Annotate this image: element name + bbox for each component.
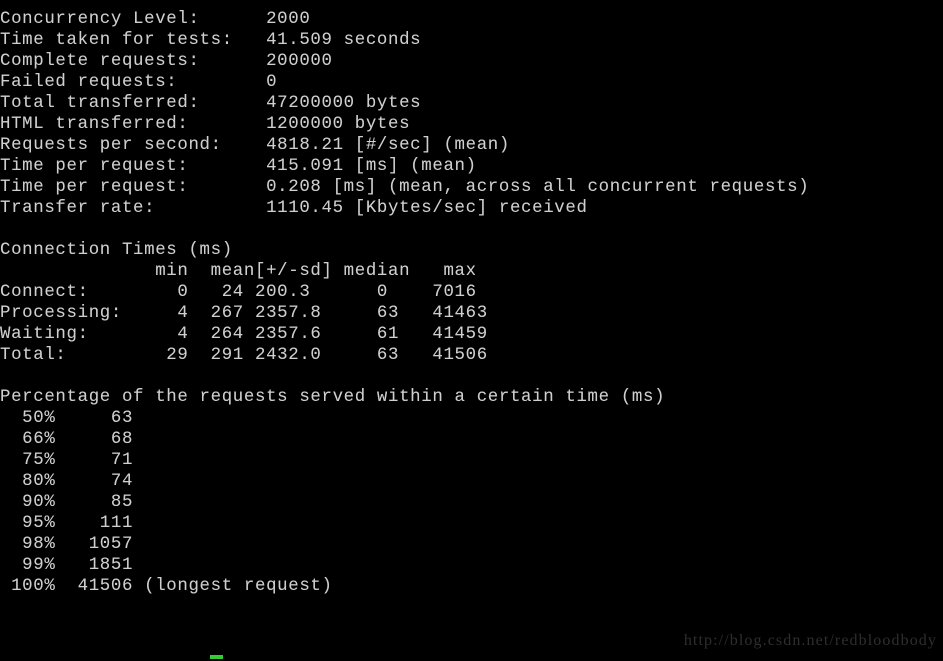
blog-watermark: http://blog.csdn.net/redbloodbody	[683, 632, 937, 649]
ab-benchmark-output: Concurrency Level: 2000 Time taken for t…	[0, 10, 810, 596]
terminal-cursor	[210, 655, 223, 659]
terminal-window[interactable]: Concurrency Level: 2000 Time taken for t…	[0, 0, 943, 661]
